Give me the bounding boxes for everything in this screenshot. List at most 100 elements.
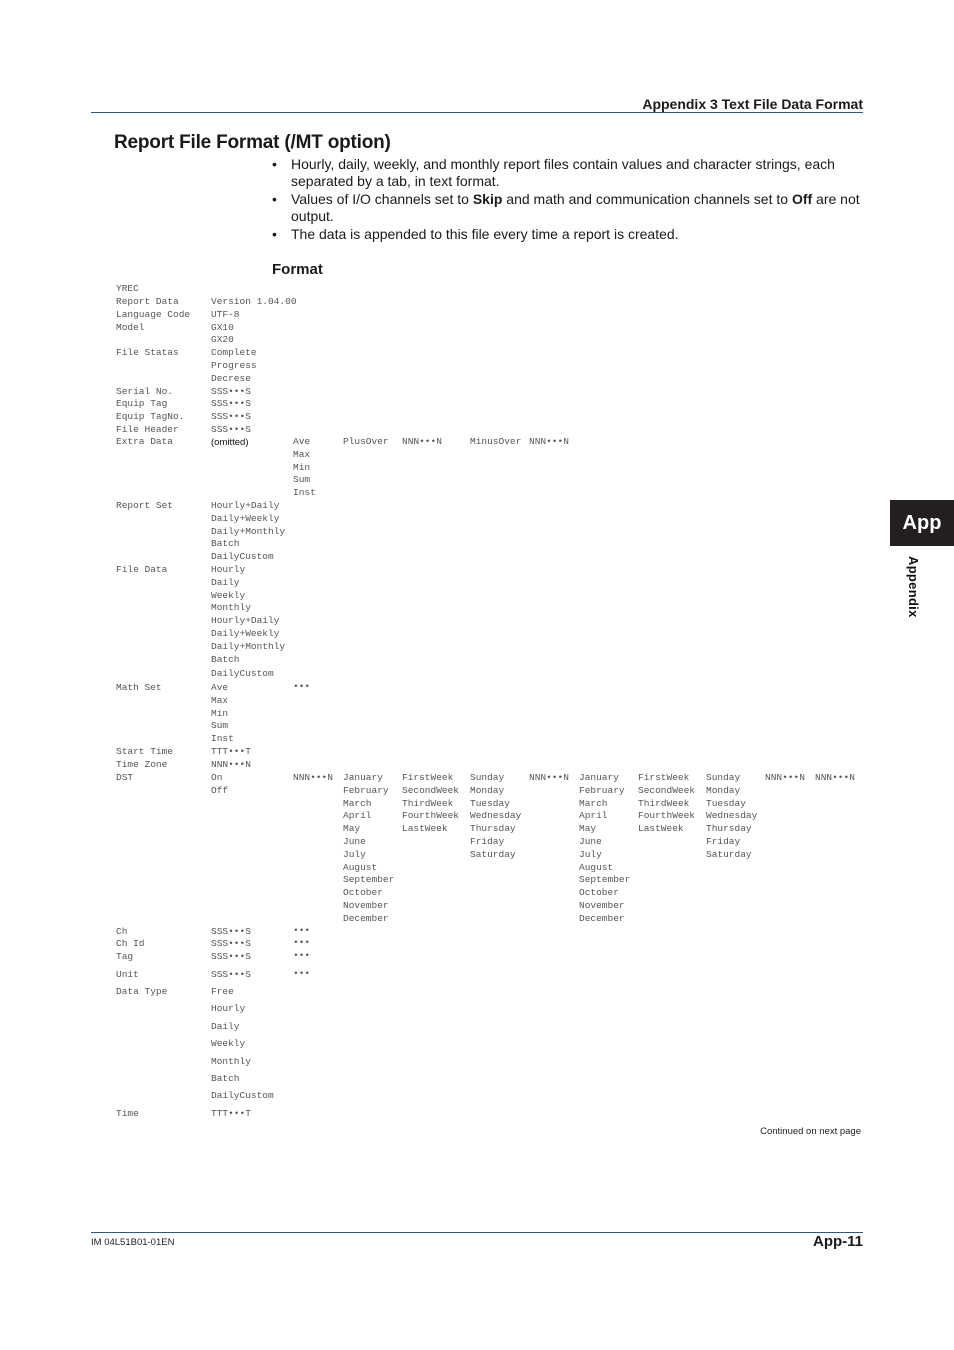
format-value: Sum (293, 474, 311, 486)
day-value: Monday (706, 784, 741, 796)
format-value: Monthly (211, 602, 251, 614)
format-key: File Statas (116, 347, 179, 359)
bullet-text: Hourly, daily, weekly, and monthly repor… (291, 156, 835, 189)
format-value: NNN•••N (815, 772, 855, 783)
bold-term: Off (791, 191, 813, 207)
bullet-text: Values of I/O channels set to (291, 191, 473, 207)
week-value: SecondWeek (402, 784, 460, 796)
format-value: SSS•••S (211, 398, 251, 410)
format-value: SSS•••S (211, 951, 251, 962)
page-title: Report File Format (/MT option) (114, 132, 391, 153)
bullet-dot-icon: • (272, 156, 277, 172)
format-value: NNN•••N (402, 436, 442, 447)
week-value: ThirdWeek (638, 797, 690, 809)
format-value: Hourly (211, 564, 246, 575)
format-key: Extra Data (116, 436, 174, 447)
format-value: Batch (211, 1073, 240, 1084)
month-value: February (579, 784, 625, 796)
week-value: LastWeek (638, 823, 684, 835)
format-value: DailyCustom (211, 551, 274, 563)
month-value: July (579, 848, 602, 860)
month-value: July (343, 848, 366, 860)
format-value: Free (211, 986, 234, 997)
week-value: FirstWeek (638, 772, 690, 783)
format-value: Daily+Monthly (211, 525, 286, 537)
format-key: Ch Id (116, 938, 145, 949)
format-value: Max (211, 694, 229, 706)
day-value: Saturday (706, 848, 752, 860)
format-value: Daily (211, 1020, 240, 1032)
format-value: GX10 (211, 321, 234, 333)
ellipsis-icon: ••• (293, 937, 311, 948)
format-key: Time (116, 1108, 139, 1119)
format-value: SSS•••S (211, 424, 251, 435)
format-value: Daily+Weekly (211, 628, 280, 639)
month-value: September (579, 874, 631, 886)
month-value: April (579, 810, 608, 822)
format-key: File Data (116, 564, 168, 575)
format-value: TTT•••T (211, 746, 251, 757)
continued-note: Continued on next page (760, 1126, 861, 1137)
month-value: February (343, 784, 389, 796)
month-value: September (343, 874, 395, 886)
week-value: FourthWeek (638, 810, 696, 822)
appendix-tab-label: App (902, 511, 942, 534)
month-value: August (343, 861, 378, 873)
format-value: Ave (293, 436, 311, 447)
month-value: November (343, 900, 389, 911)
month-value: March (343, 797, 372, 809)
day-value: Tuesday (706, 797, 746, 809)
format-value: PlusOver (343, 436, 389, 447)
day-value: Saturday (470, 848, 516, 860)
day-value: Wednesday (470, 810, 522, 822)
bullet-item: • Hourly, daily, weekly, and monthly repo… (272, 156, 862, 190)
format-key: DST (116, 772, 134, 783)
format-value: NNN•••N (765, 772, 805, 783)
format-value: SSS•••S (211, 938, 251, 949)
format-value: Daily+Monthly (211, 640, 286, 652)
day-value: Sunday (706, 772, 741, 783)
week-value: FirstWeek (402, 772, 454, 783)
page-number: App-11 (812, 1233, 863, 1250)
format-value: Hourly+Daily (211, 615, 280, 627)
format-key: Ch (116, 926, 128, 937)
format-value: Batch (211, 653, 240, 665)
week-value: FourthWeek (402, 810, 460, 822)
format-key: Language Code (116, 308, 191, 320)
format-value: Min (293, 461, 311, 473)
format-value: Version 1.04.00 (211, 296, 297, 307)
month-value: October (343, 887, 383, 899)
format-value: Min (211, 707, 229, 719)
format-value: MinusOver (470, 436, 522, 447)
bullet-dot-icon: • (272, 226, 277, 242)
format-key: Start Time (116, 746, 174, 757)
format-value: Ave (211, 682, 229, 693)
day-value: Wednesday (706, 810, 758, 822)
format-value: SSS•••S (211, 969, 251, 980)
day-value: Tuesday (470, 797, 510, 809)
week-value: ThirdWeek (402, 797, 454, 809)
bullet-item: • The data is appended to this file every… (272, 226, 862, 243)
format-value: Daily (211, 576, 240, 588)
appendix-tab[interactable]: App (890, 500, 954, 546)
format-value: SSS•••S (211, 926, 251, 937)
format-value: Hourly+Daily (211, 500, 280, 511)
format-value: Hourly (211, 1003, 246, 1015)
format-value: Decrese (211, 372, 251, 384)
format-key: Model (116, 321, 145, 333)
format-value: Off (211, 784, 229, 796)
format-key: Data Type (116, 986, 168, 997)
format-key: File Header (116, 424, 179, 435)
format-value: SSS•••S (211, 385, 251, 397)
header-rule (91, 112, 863, 113)
month-value: January (343, 772, 383, 783)
format-value: Daily+Weekly (211, 512, 280, 524)
ellipsis-icon: ••• (293, 950, 311, 961)
bold-term: Skip (472, 191, 503, 207)
format-key: Time Zone (116, 759, 168, 770)
format-value: Weekly (211, 589, 246, 601)
month-value: December (343, 912, 389, 924)
format-value: DailyCustom (211, 668, 274, 680)
format-value: NNN•••N (293, 772, 333, 783)
format-value: DailyCustom (211, 1090, 274, 1102)
